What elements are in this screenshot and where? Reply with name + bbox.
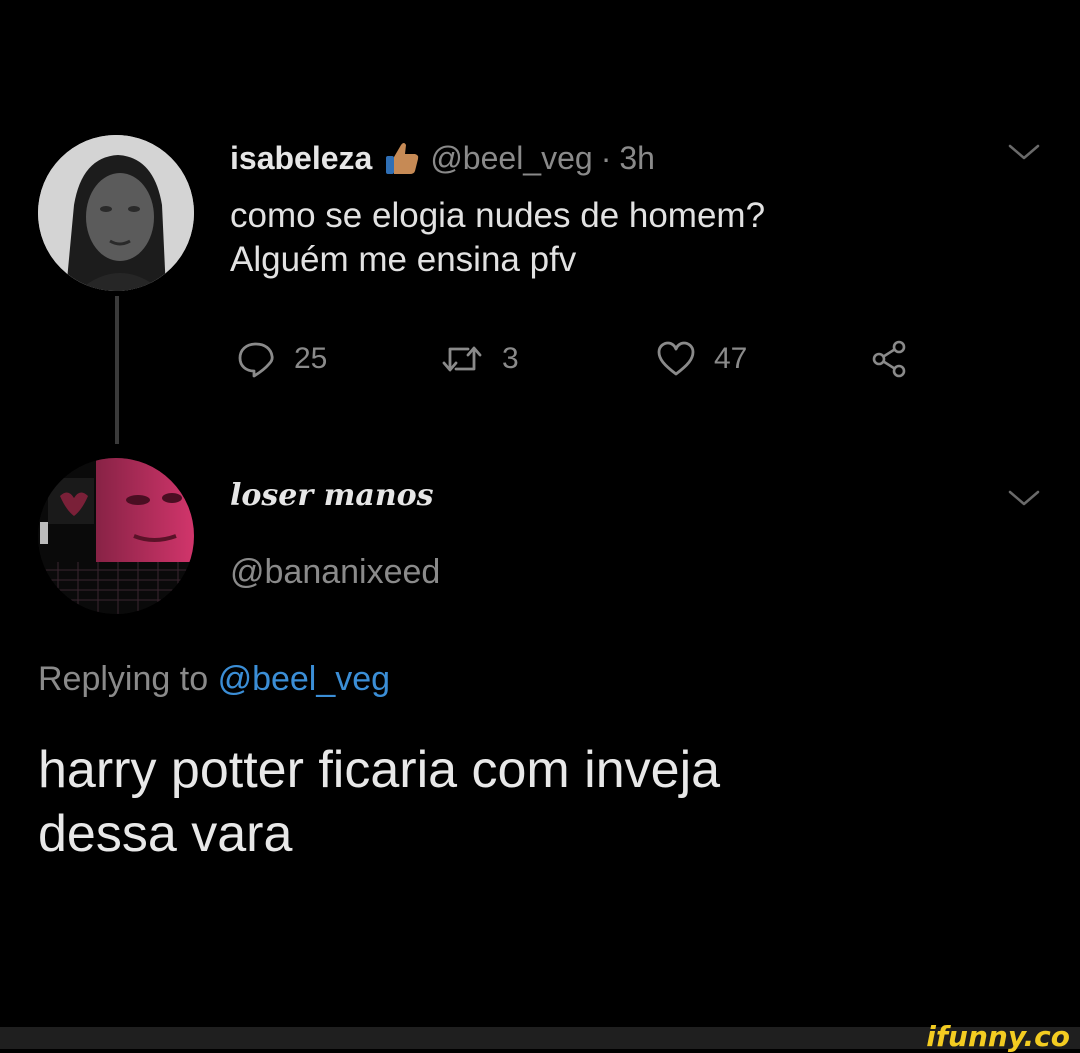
replying-to-mention[interactable]: @beel_veg [218,660,391,698]
chevron-down-icon[interactable] [1006,140,1042,164]
reply-text: harry potter ficaria com inveja dessa va… [38,738,1038,866]
thread-connector-line [115,296,119,444]
ifunny-watermark: ifunny.co [926,1020,1070,1053]
reply-author-name[interactable]: loser manos [230,478,434,513]
tweet-text-line: Alguém me ensina pfv [230,240,577,279]
avatar-photo [38,135,194,291]
author-avatar[interactable] [38,135,194,291]
thumbs-up-icon [384,140,420,176]
tweet-text: como se elogia nudes de homem? Alguém me… [230,194,950,282]
tweet-header: isabeleza @beel_veg · 3h [230,136,655,180]
avatar-collage [38,458,194,614]
tweet-text-line: como se elogia nudes de homem? [230,196,766,235]
like-button[interactable]: 47 [656,334,747,384]
reply-text-line: dessa vara [38,805,293,863]
like-count: 47 [714,342,748,375]
author-handle[interactable]: @beel_veg [430,140,592,177]
footer-bar [0,1027,1080,1049]
replying-to: Replying to @beel_veg [38,660,390,699]
heart-icon [657,341,695,376]
tweet-actions: 25 3 47 [236,334,936,384]
chevron-down-icon[interactable] [1006,486,1042,510]
reply-button[interactable]: 25 [236,334,327,384]
author-name[interactable]: isabeleza [230,140,372,177]
separator-dot: · [600,139,612,176]
reply-icon [238,342,274,378]
reply-author-avatar[interactable] [38,458,194,614]
share-button[interactable] [870,334,928,384]
reply-count: 25 [294,342,328,375]
share-icon [872,340,906,378]
reply-text-line: harry potter ficaria com inveja [38,741,721,799]
retweet-icon [442,346,482,372]
retweet-count: 3 [502,342,519,375]
tweet-time[interactable]: 3h [619,140,655,177]
replying-to-label: Replying to [38,660,209,698]
reply-author-handle[interactable]: @bananixeed [230,553,440,592]
retweet-button[interactable]: 3 [440,334,519,384]
